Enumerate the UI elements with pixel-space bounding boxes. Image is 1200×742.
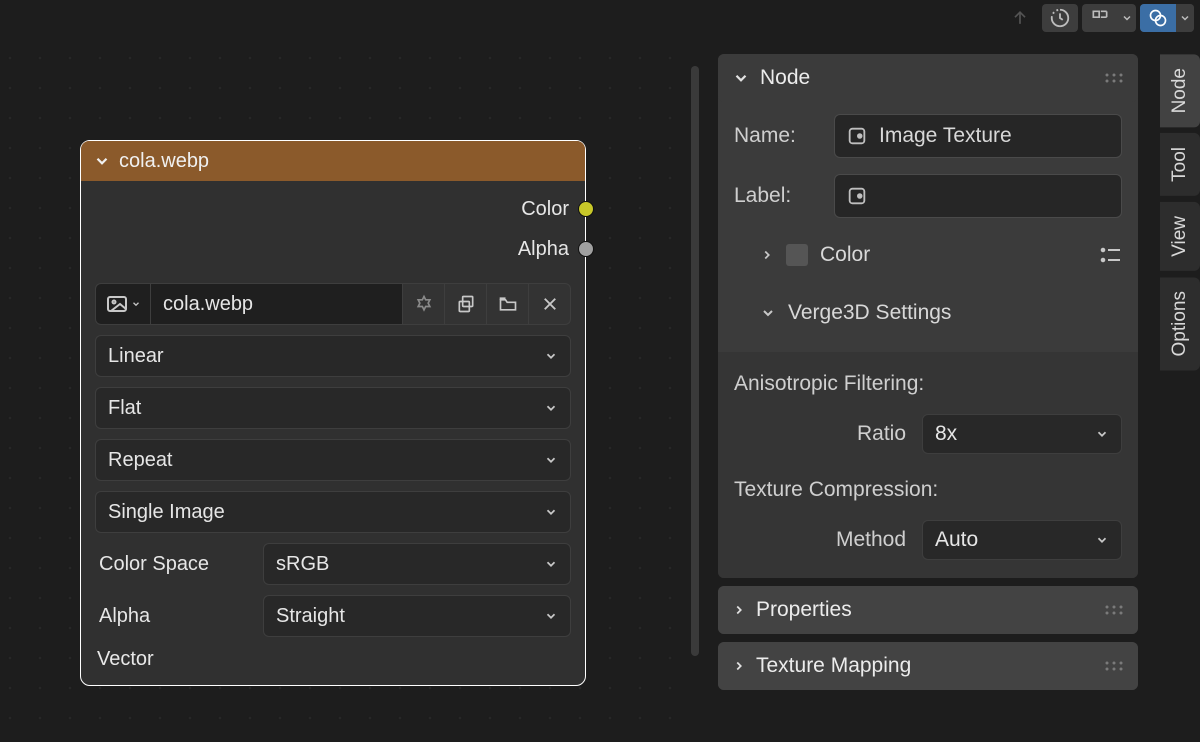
output-socket-color[interactable]: Color (81, 189, 585, 229)
chevron-right-icon (732, 659, 746, 673)
overlay-group (1140, 4, 1194, 32)
snap-icon[interactable] (1082, 4, 1118, 32)
use-custom-color-checkbox[interactable] (786, 244, 808, 266)
output-label: Color (521, 198, 569, 221)
alpha-mode-label: Alpha (95, 605, 253, 628)
texcomp-section-title: Texture Compression: (734, 478, 1122, 502)
chevron-down-icon[interactable] (1118, 4, 1136, 32)
node-editor-canvas[interactable]: cola.webp Color Alpha cola.webp (0, 36, 700, 742)
color-space-select[interactable]: sRGB (263, 543, 571, 585)
label-input[interactable] (834, 174, 1122, 218)
name-input[interactable]: Image Texture (834, 114, 1122, 158)
interpolation-select[interactable]: Linear (95, 335, 571, 377)
label-label: Label: (734, 184, 820, 208)
node-id-icon (845, 184, 869, 208)
chevron-down-icon (544, 609, 558, 623)
alpha-mode-select[interactable]: Straight (263, 595, 571, 637)
pin-icon[interactable] (1042, 4, 1078, 32)
image-name-field[interactable]: cola.webp (151, 283, 403, 325)
color-space-label: Color Space (95, 553, 253, 576)
node-body: Color Alpha cola.webp (81, 181, 585, 685)
chevron-right-icon (732, 603, 746, 617)
grip-icon[interactable] (1104, 660, 1124, 672)
chevron-down-icon (544, 505, 558, 519)
tab-node[interactable]: Node (1160, 54, 1200, 127)
canvas-scrollbar[interactable] (690, 36, 700, 742)
image-browse-button[interactable] (95, 283, 151, 325)
panel-header-texture-mapping[interactable]: Texture Mapping (718, 642, 1138, 690)
properties-sidebar: Node Name: Image Texture Label: (718, 54, 1138, 742)
socket-alpha-icon[interactable] (578, 241, 594, 257)
chevron-down-icon (1095, 427, 1109, 441)
output-label: Alpha (518, 238, 569, 261)
chevron-down-icon (544, 557, 558, 571)
projection-select[interactable]: Flat (95, 387, 571, 429)
panel-header-properties[interactable]: Properties (718, 586, 1138, 634)
scrollbar-thumb[interactable] (691, 66, 699, 656)
extension-select[interactable]: Repeat (95, 439, 571, 481)
texcomp-method-label: Method (836, 528, 906, 552)
name-label: Name: (734, 124, 820, 148)
panel-texture-mapping: Texture Mapping (718, 642, 1138, 690)
texcomp-method-select[interactable]: Auto (922, 520, 1122, 560)
panel-title: Node (760, 66, 810, 90)
header-toolbar (0, 0, 1200, 36)
tab-options[interactable]: Options (1160, 277, 1200, 370)
verge3d-section-label: Verge3D Settings (788, 301, 951, 325)
aniso-ratio-label: Ratio (857, 422, 906, 446)
chevron-down-icon[interactable] (1176, 4, 1194, 32)
chevron-down-icon (1095, 533, 1109, 547)
aniso-ratio-select[interactable]: 8x (922, 414, 1122, 454)
panel-header-node[interactable]: Node (718, 54, 1138, 102)
chevron-right-icon (760, 248, 774, 262)
parent-node-icon (1002, 4, 1038, 32)
overlay-icon[interactable] (1140, 4, 1176, 32)
panel-node: Node Name: Image Texture Label: (718, 54, 1138, 578)
verge3d-subpanel-toggle[interactable]: Verge3D Settings (734, 292, 1122, 334)
snap-group (1082, 4, 1136, 32)
image-texture-node[interactable]: cola.webp Color Alpha cola.webp (80, 140, 586, 686)
socket-color-icon[interactable] (578, 201, 594, 217)
unlink-image-button[interactable] (529, 283, 571, 325)
chevron-down-icon (544, 401, 558, 415)
panel-body-node: Name: Image Texture Label: (718, 102, 1138, 352)
chevron-down-icon (732, 69, 750, 87)
grip-icon[interactable] (1104, 72, 1124, 84)
panel-properties: Properties (718, 586, 1138, 634)
grip-icon[interactable] (1104, 604, 1124, 616)
chevron-down-icon (760, 305, 776, 321)
source-select[interactable]: Single Image (95, 491, 571, 533)
presets-icon[interactable] (1098, 245, 1122, 265)
image-datablock-row: cola.webp (95, 283, 571, 325)
color-subpanel-toggle[interactable]: Color (734, 234, 1122, 276)
node-id-icon (845, 124, 869, 148)
panel-title: Properties (756, 598, 852, 622)
panel-title: Texture Mapping (756, 654, 911, 678)
chevron-down-icon (93, 152, 111, 170)
node-title: cola.webp (119, 150, 209, 173)
aniso-section-title: Anisotropic Filtering: (734, 372, 1122, 396)
node-header[interactable]: cola.webp (81, 141, 585, 181)
chevron-down-icon (544, 453, 558, 467)
tab-tool[interactable]: Tool (1160, 133, 1200, 196)
input-socket-vector[interactable]: Vector (81, 641, 585, 685)
new-image-button[interactable] (445, 283, 487, 325)
fake-user-button[interactable] (403, 283, 445, 325)
verge3d-subpanel-body: Anisotropic Filtering: Ratio 8x Texture … (718, 352, 1138, 578)
chevron-down-icon (544, 349, 558, 363)
sidebar-tabs: Node Tool View Options (1160, 54, 1200, 371)
input-label: Vector (97, 648, 154, 671)
output-socket-alpha[interactable]: Alpha (81, 229, 585, 269)
tab-view[interactable]: View (1160, 202, 1200, 271)
color-section-label: Color (820, 243, 870, 267)
open-image-button[interactable] (487, 283, 529, 325)
